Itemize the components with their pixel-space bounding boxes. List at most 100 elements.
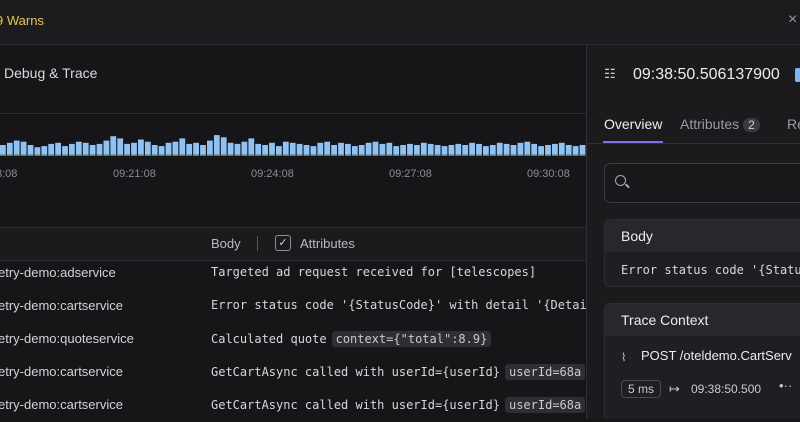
column-body[interactable]: Body: [211, 236, 241, 251]
histogram-bar[interactable]: [227, 142, 234, 156]
histogram-bar[interactable]: [420, 142, 427, 156]
histogram-bar[interactable]: [303, 145, 310, 156]
column-attributes[interactable]: Attributes: [300, 236, 355, 251]
histogram-bar[interactable]: [248, 138, 255, 156]
histogram-bar[interactable]: [110, 136, 117, 156]
tab-attributes[interactable]: Attributes 2: [680, 116, 760, 132]
histogram-bar-base: [200, 154, 206, 156]
histogram-bar[interactable]: [207, 140, 213, 156]
attribute-chip[interactable]: userId=68a: [504, 397, 586, 413]
histogram-bar[interactable]: [545, 145, 551, 156]
trace-card-header[interactable]: Trace Context: [605, 304, 800, 336]
histogram-bar[interactable]: [448, 145, 455, 156]
histogram-bar[interactable]: [489, 145, 496, 156]
histogram-bar[interactable]: [117, 138, 124, 156]
histogram-bar[interactable]: [552, 143, 558, 156]
body-card-header[interactable]: Body: [605, 220, 800, 252]
histogram-bar[interactable]: [565, 145, 572, 156]
histogram-bar[interactable]: [151, 145, 158, 156]
warn-count-text[interactable]: 9 Warns: [0, 13, 44, 28]
histogram-bar[interactable]: [427, 143, 434, 156]
histogram-bar[interactable]: [193, 142, 199, 156]
histogram-bar[interactable]: [89, 145, 96, 156]
histogram-bar[interactable]: [531, 143, 538, 156]
histogram-bar[interactable]: [296, 143, 303, 156]
histogram-bar[interactable]: [455, 143, 462, 156]
histogram-bar-base: [138, 154, 144, 156]
histogram-bar[interactable]: [469, 142, 475, 156]
histogram-bar[interactable]: [510, 145, 517, 156]
histogram-bar[interactable]: [55, 142, 61, 156]
histogram-bar[interactable]: [414, 145, 420, 156]
tab-related[interactable]: Re: [787, 116, 800, 132]
histogram-bar[interactable]: [317, 142, 324, 156]
histogram-bar-base: [434, 154, 441, 156]
histogram-bar[interactable]: [262, 145, 268, 156]
histogram-bar[interactable]: [103, 140, 110, 156]
more-icon[interactable]: •··: [779, 378, 792, 393]
histogram-bar[interactable]: [462, 145, 469, 156]
histogram-bar[interactable]: [434, 145, 441, 156]
histogram-bar[interactable]: [6, 142, 13, 156]
histogram-bar[interactable]: [386, 142, 393, 156]
histogram-bar[interactable]: [186, 143, 193, 156]
histogram-bar[interactable]: [138, 139, 144, 157]
attributes-checkbox[interactable]: ✓: [275, 235, 291, 251]
trace-card-title: Trace Context: [621, 312, 709, 328]
histogram-bar[interactable]: [358, 145, 365, 156]
log-row[interactable]: etry-demo:adservice Targeted ad request …: [0, 257, 586, 290]
histogram-bar[interactable]: [131, 142, 137, 156]
log-row[interactable]: etry-demo:cartservice Error status code …: [0, 290, 608, 323]
histogram-bar[interactable]: [517, 142, 524, 156]
histogram-bar[interactable]: [200, 145, 206, 156]
histogram-bar[interactable]: [48, 143, 55, 156]
close-icon[interactable]: ×: [788, 11, 797, 29]
histogram-bar[interactable]: [0, 145, 6, 156]
histogram-bar[interactable]: [96, 143, 103, 156]
histogram-bar[interactable]: [20, 141, 27, 156]
histogram-bar[interactable]: [220, 137, 227, 156]
histogram-bar[interactable]: [179, 138, 186, 156]
histogram-bar[interactable]: [476, 143, 482, 156]
histogram-bar[interactable]: [144, 141, 151, 156]
trace-endpoint[interactable]: POST /oteldemo.CartServ: [641, 348, 792, 363]
histogram-bar[interactable]: [282, 141, 289, 156]
attribute-chip[interactable]: context={"total":8.9}: [331, 331, 492, 347]
histogram-bar[interactable]: [75, 141, 82, 156]
histogram-bar[interactable]: [503, 143, 510, 156]
histogram-bar[interactable]: [324, 141, 331, 156]
histogram-bar[interactable]: [496, 142, 503, 156]
histogram-bar[interactable]: [13, 140, 20, 156]
histogram-bar[interactable]: [365, 142, 372, 156]
histogram-bar-base: [351, 154, 358, 156]
histogram-bar[interactable]: [69, 143, 75, 156]
tab-overview[interactable]: Overview: [604, 116, 662, 132]
histogram-bar[interactable]: [338, 142, 344, 156]
log-row[interactable]: etry-demo:cartservice GetCartAsync calle…: [0, 389, 586, 422]
histogram-bar[interactable]: [269, 142, 275, 156]
histogram-bar[interactable]: [579, 145, 586, 156]
histogram-bar[interactable]: [213, 135, 220, 156]
histogram-bar[interactable]: [331, 145, 337, 156]
histogram-bar[interactable]: [255, 143, 262, 156]
histogram-bar[interactable]: [400, 145, 406, 156]
histogram-bar[interactable]: [289, 142, 296, 156]
histogram-bar[interactable]: [172, 141, 179, 156]
attribute-chip[interactable]: userId=68a: [504, 364, 586, 380]
histogram-bar[interactable]: [124, 143, 130, 156]
histogram-bar[interactable]: [234, 143, 241, 156]
log-row[interactable]: etry-demo:quoteservice Calculated quote c…: [0, 323, 586, 356]
histogram-bar[interactable]: [372, 141, 379, 156]
histogram-bar[interactable]: [407, 143, 413, 156]
histogram-bar[interactable]: [558, 142, 565, 156]
histogram-bar[interactable]: [241, 141, 248, 156]
log-histogram[interactable]: 3:08 09:21:08 09:24:08 09:27:08 09:30:08: [0, 113, 586, 224]
log-row[interactable]: etry-demo:cartservice GetCartAsync calle…: [0, 356, 586, 389]
histogram-bar[interactable]: [82, 142, 89, 156]
histogram-bar[interactable]: [345, 143, 351, 156]
histogram-bar[interactable]: [379, 143, 386, 156]
search-input[interactable]: [604, 163, 800, 203]
histogram-bar[interactable]: [524, 141, 531, 156]
histogram-bar[interactable]: [27, 145, 34, 156]
histogram-bar[interactable]: [165, 142, 172, 156]
